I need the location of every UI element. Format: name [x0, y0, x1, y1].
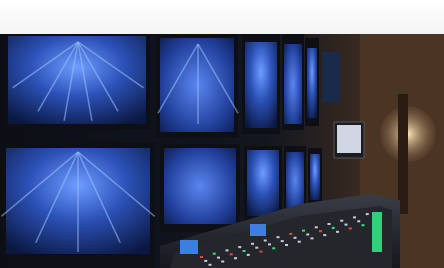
console-button	[310, 237, 314, 240]
console-button	[327, 223, 331, 225]
monitor-screen	[247, 150, 279, 216]
console-button	[348, 227, 352, 230]
console-button	[212, 252, 216, 255]
console-button	[276, 236, 280, 239]
console-button	[259, 250, 263, 253]
console-button	[293, 236, 297, 239]
monitor-screen	[160, 38, 234, 132]
top-white-strip	[0, 0, 444, 34]
console-button	[336, 230, 339, 233]
console-button	[306, 233, 310, 236]
console-screen	[250, 224, 266, 236]
console-button	[225, 249, 229, 252]
console-button	[200, 256, 203, 258]
console-button	[314, 226, 318, 229]
console-screen	[180, 240, 198, 254]
console-button	[204, 259, 208, 262]
console-button	[263, 239, 267, 242]
monitor-screen	[310, 154, 320, 200]
console-button	[285, 244, 288, 246]
console-button	[280, 240, 284, 243]
console-button	[238, 246, 242, 249]
control-room-scene	[0, 34, 444, 268]
console-button	[323, 234, 327, 237]
console-button	[361, 224, 365, 227]
console-button	[268, 243, 271, 246]
page	[0, 0, 444, 268]
console-button	[251, 242, 254, 245]
monitor-screen	[307, 48, 317, 118]
console-button	[221, 260, 225, 263]
console-button	[340, 219, 344, 222]
console-button	[255, 246, 259, 249]
console-button	[302, 229, 305, 232]
console-button	[365, 213, 369, 216]
console-button	[289, 232, 293, 235]
control-room-photo	[0, 34, 444, 268]
monitor-screen	[322, 52, 340, 102]
monitor-wall-top-row	[4, 34, 340, 138]
side-monitor-screen	[337, 125, 361, 153]
console-button	[353, 216, 356, 219]
console-button	[242, 250, 246, 252]
console-button	[246, 253, 250, 256]
monitor-screen	[245, 42, 277, 128]
console-button	[297, 240, 301, 243]
console-button	[229, 253, 233, 256]
console-button	[331, 226, 335, 229]
monitor-screen	[164, 148, 236, 224]
monitor-screen	[286, 152, 304, 208]
console-button	[357, 220, 361, 223]
console-button	[272, 247, 276, 250]
console-button	[344, 223, 348, 226]
console-button	[234, 257, 237, 260]
console-status-strip	[372, 212, 382, 252]
console-button	[208, 263, 212, 266]
console-button	[217, 256, 220, 259]
console-button	[319, 230, 322, 233]
wall-pillar	[398, 94, 408, 214]
monitor-screen	[284, 44, 302, 124]
